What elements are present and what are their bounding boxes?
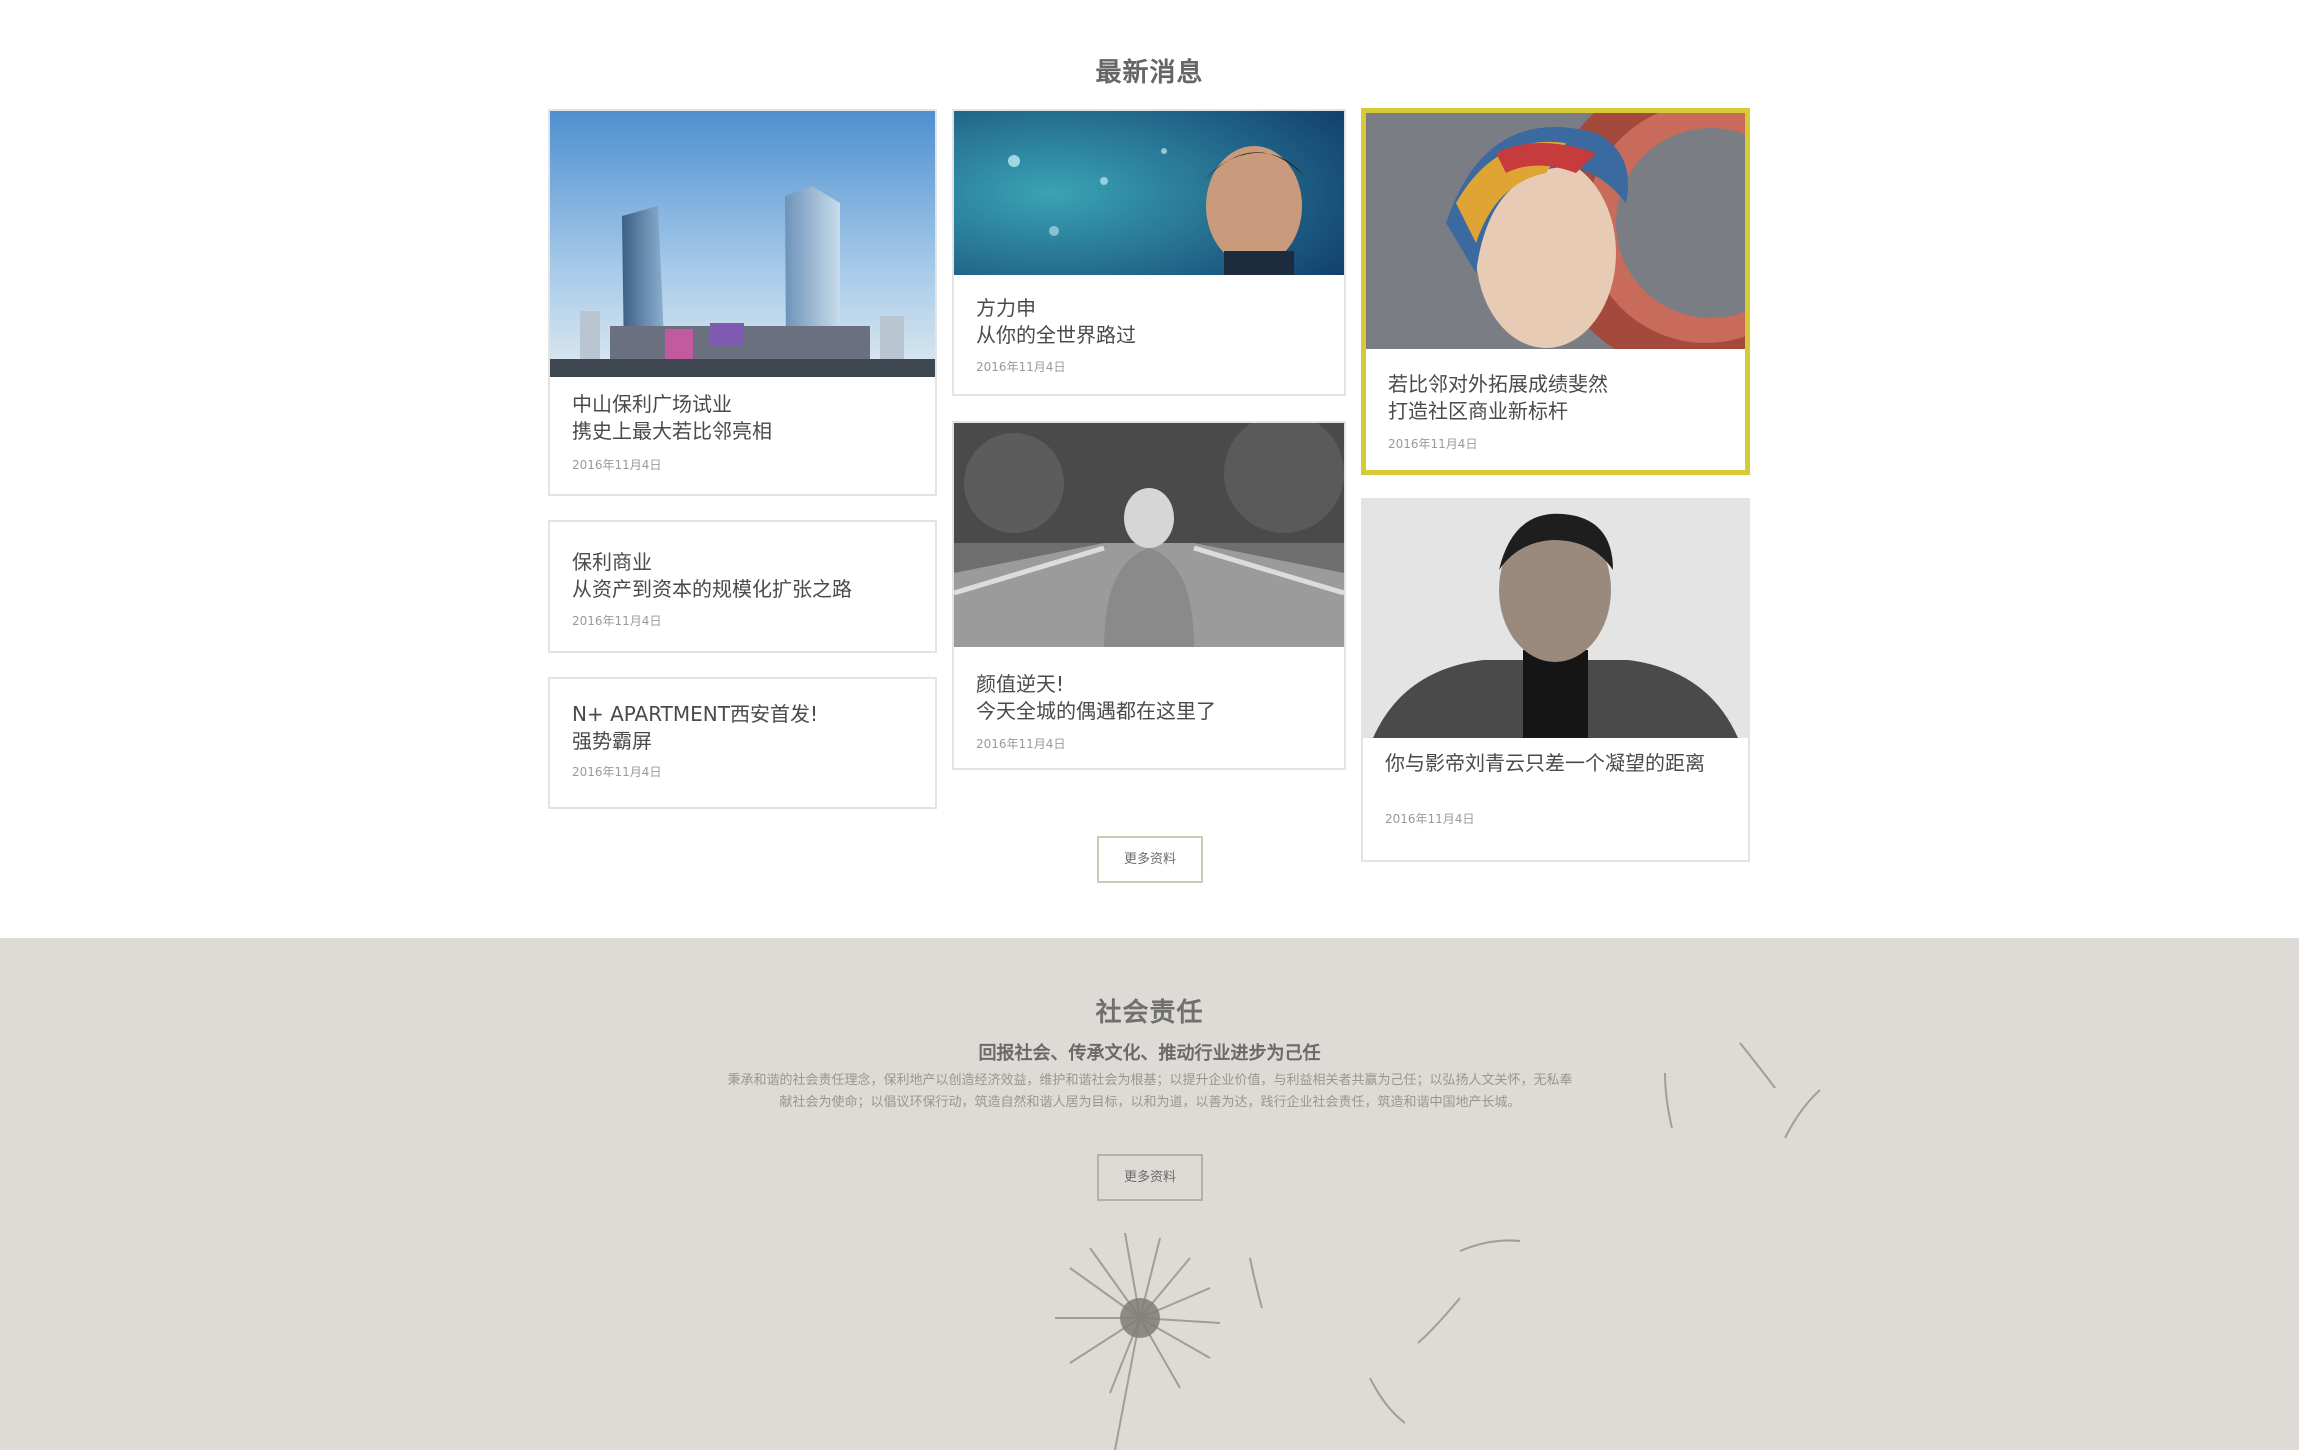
csr-section: 社会责任 回报社会、传承文化、推动行业进步为己任 秉承和谐的社会责任理念，保利地…	[0, 938, 2299, 1450]
woman-bridge-image	[954, 423, 1344, 647]
news-card-date: 2016年11月4日	[572, 458, 662, 472]
news-card-title: 中山保利广场试业 携史上最大若比邻亮相	[572, 392, 772, 443]
csr-section-title: 社会责任	[1095, 998, 1204, 1028]
news-more-button[interactable]: 更多资料	[1097, 836, 1203, 883]
news-card-title: 保利商业 从资产到资本的规模化扩张之路	[572, 550, 852, 601]
news-card[interactable]: N+ APARTMENT西安首发! 强势霸屏 2016年11月4日	[548, 677, 937, 809]
news-card-date: 2016年11月4日	[572, 765, 662, 779]
news-card-title: 若比邻对外拓展成绩斐然 打造社区商业新标杆	[1388, 372, 1608, 423]
news-card-date: 2016年11月4日	[1385, 812, 1475, 826]
city-towers-image	[550, 111, 935, 377]
csr-more-button[interactable]: 更多资料	[1097, 1154, 1203, 1201]
news-card[interactable]: 中山保利广场试业 携史上最大若比邻亮相 2016年11月4日	[548, 109, 937, 496]
csr-subtitle: 回报社会、传承文化、推动行业进步为己任	[978, 1043, 1321, 1064]
news-card-date: 2016年11月4日	[976, 737, 1066, 751]
csr-description-line: 献社会为使命；以倡议环保行动，筑造自然和谐人居为目标，以和为道，以善为达，践行企…	[779, 1095, 1521, 1110]
news-card[interactable]: 方力申 从你的全世界路过 2016年11月4日	[952, 109, 1346, 396]
news-card-date: 2016年11月4日	[572, 614, 662, 628]
csr-description-line: 秉承和谐的社会责任理念，保利地产以创造经济效益，维护和谐社会为根基；以提升企业价…	[727, 1073, 1573, 1088]
actor-portrait-image	[1363, 500, 1748, 738]
news-card-date: 2016年11月4日	[976, 360, 1066, 374]
news-card-title: 你与影帝刘青云只差一个凝望的距离	[1385, 751, 1705, 775]
news-card-title: N+ APARTMENT西安首发! 强势霸屏	[572, 702, 818, 753]
man-portrait-image	[954, 111, 1344, 275]
news-section: 最新消息 中山保利广场试业 携史上最大若比邻亮相 2016年11月4日 方力申 …	[0, 0, 2299, 938]
woman-headscarf-image	[1366, 113, 1745, 349]
news-card[interactable]: 你与影帝刘青云只差一个凝望的距离 2016年11月4日	[1361, 498, 1750, 862]
news-card-date: 2016年11月4日	[1388, 437, 1478, 451]
news-card-active[interactable]: 若比邻对外拓展成绩斐然 打造社区商业新标杆 2016年11月4日	[1361, 108, 1750, 475]
news-card-title: 颜值逆天! 今天全城的偶遇都在这里了	[976, 672, 1216, 723]
news-section-title: 最新消息	[1095, 58, 1204, 88]
page: 最新消息 中山保利广场试业 携史上最大若比邻亮相 2016年11月4日 方力申 …	[0, 0, 2299, 1450]
csr-description: 秉承和谐的社会责任理念，保利地产以创造经济效益，维护和谐社会为根基；以提升企业价…	[700, 1070, 1600, 1114]
news-card[interactable]: 颜值逆天! 今天全城的偶遇都在这里了 2016年11月4日	[952, 421, 1346, 770]
news-card-title: 方力申 从你的全世界路过	[976, 296, 1136, 347]
news-card[interactable]: 保利商业 从资产到资本的规模化扩张之路 2016年11月4日	[548, 520, 937, 653]
